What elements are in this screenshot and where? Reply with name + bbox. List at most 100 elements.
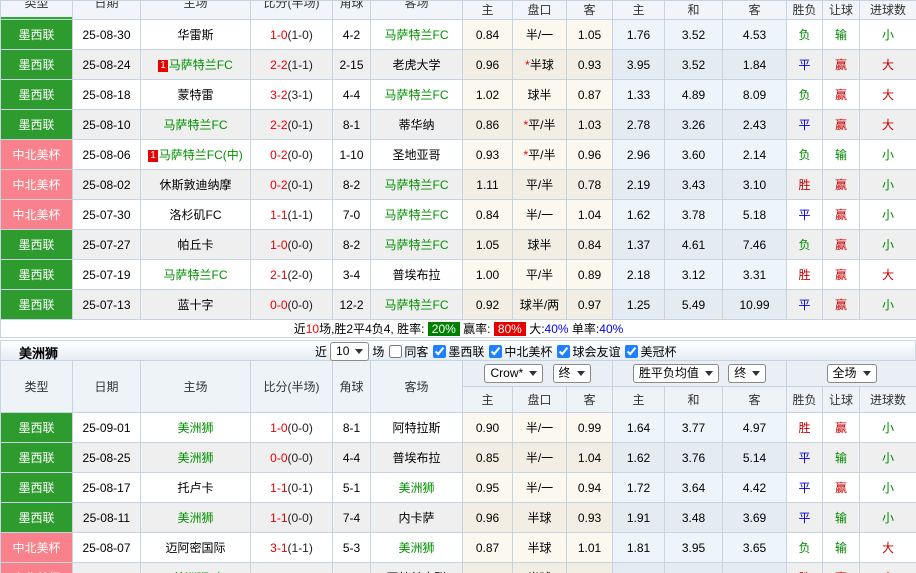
euro-home-odds: 2.78 (612, 109, 665, 140)
team-name[interactable]: 马萨特兰FC (164, 268, 228, 282)
checkbox-2-icon[interactable] (489, 344, 503, 358)
away-team-cell: 普埃布拉 (370, 259, 463, 290)
team-name[interactable]: 马萨特兰FC (385, 208, 449, 222)
half-score: (2-0) (287, 267, 313, 282)
team-name[interactable]: 美洲狮 (398, 481, 434, 495)
team-name[interactable]: 老虎大学 (392, 58, 440, 72)
team-name[interactable]: 美洲狮 (177, 511, 213, 525)
recent-games-select[interactable]: 10 (330, 341, 370, 361)
away-team-cell: 马萨特兰FC (370, 199, 463, 230)
team-name[interactable]: 内卡萨 (398, 511, 434, 525)
league-filter-1[interactable]: 墨西联 (428, 344, 484, 359)
team-name[interactable]: 蒙特雷 (177, 88, 213, 102)
asian-home-odds: 0.92 (462, 289, 513, 320)
team-name[interactable]: 托卢卡 (177, 481, 213, 495)
team-name[interactable]: 马萨特兰FC (385, 178, 449, 192)
team-name[interactable]: 普埃布拉 (392, 451, 440, 465)
league-filter-2[interactable]: 中北美杯 (484, 344, 552, 359)
asian-home-odds: 0.96 (462, 502, 513, 533)
league-filter-3[interactable]: 球会友谊 (552, 344, 620, 359)
corners-cell: 12-2 (332, 289, 371, 320)
table2-selects-row: 类型 日期 主场 比分(半场) 角球 客场 Crow* 终 胜平负均值 终 全场 (0, 360, 916, 413)
team-name[interactable]: 马萨特兰FC(中) (159, 148, 243, 162)
team-name[interactable]: 蓝十字 (177, 298, 213, 312)
scope-select[interactable]: 全场 (826, 364, 877, 383)
handicap-result-cell: 输 (822, 19, 860, 50)
score-cell: 0-2(0-0) (250, 139, 333, 170)
team-name[interactable]: 阿特拉斯 (392, 421, 440, 435)
match-date-cell: 25-08-18 (72, 79, 141, 110)
away-team-section-bar: 美洲狮 近 10 场 同客 墨西联 中北美杯 球会友谊 美冠杯 (0, 340, 916, 361)
team-name[interactable]: 帕丘卡 (177, 238, 213, 252)
col-header-euro-home: 主 (612, 386, 666, 413)
euro-home-odds: 2.19 (612, 169, 665, 200)
league-filter-checkboxes: 同客 墨西联 中北美杯 球会友谊 美冠杯 (384, 343, 676, 360)
asian-away-odds: 0.93 (566, 49, 613, 80)
col-header-type: 类型 (0, 360, 73, 413)
half-score: (0-0) (287, 147, 313, 162)
team-name[interactable]: 马萨特兰FC (385, 298, 449, 312)
match-row: 墨西联 25-08-24 1 马萨特兰FC 2-2(1-1) 2-15 老虎大学 0.96 *半… (0, 49, 916, 80)
recent-games-value: 10 (336, 343, 350, 358)
asian-away-odds: 1.01 (565, 532, 614, 563)
col-header-home: 主场 (140, 360, 251, 413)
asian-handicap-line: 半球 (512, 502, 567, 533)
team-name[interactable]: 马萨特兰FC (385, 88, 449, 102)
checkbox-3-icon[interactable] (557, 344, 571, 358)
checkbox-1-icon[interactable] (433, 344, 447, 358)
euro-away-odds: 4.53 (722, 19, 787, 50)
table1-header-row: 类型 日期 主场 比分(半场) 角球 客场 主 盘口 客 主 和 客 胜负 让球… (0, 0, 916, 20)
col-header-type[interactable]: 类型 (0, 0, 73, 20)
team-name[interactable]: 马萨特兰FC (164, 118, 228, 132)
changed-line-star: * (525, 58, 530, 72)
match-date-cell: 25-08-03 (72, 562, 141, 573)
half-score: (1-0) (287, 27, 313, 42)
home-team-cell: 华雷斯 (140, 19, 251, 50)
asian-home-odds: 1.11 (462, 169, 513, 200)
team-name[interactable]: 迈阿密国际 (165, 541, 225, 555)
match-row: 墨西联 25-07-27 帕丘卡 1-0(0-0) 8-2 马萨特兰FC 1.05 球半 0.8… (0, 229, 916, 260)
team-name[interactable]: 圣地亚哥 (392, 148, 440, 162)
team-name[interactable]: 洛杉矶FC (170, 208, 222, 222)
checkbox-0-icon[interactable] (389, 344, 403, 358)
league-type-cell: 墨西联 (0, 259, 73, 290)
col-header-euro-draw: 和 (664, 386, 724, 413)
result-cell: 平 (786, 109, 823, 140)
euro-time-select[interactable]: 终 (728, 364, 767, 383)
result-cell: 平 (786, 289, 823, 320)
team-name[interactable]: 休斯敦迪纳摩 (159, 178, 231, 192)
asian-company-select[interactable]: Crow* (484, 364, 544, 383)
asian-away-odds: 0.93 (565, 562, 614, 573)
chevron-down-icon (752, 371, 761, 376)
team-name[interactable]: 美洲狮 (398, 541, 434, 555)
team-name[interactable]: 蒂华纳 (398, 118, 434, 132)
euro-odds-select-group: 胜平负均值 终 (612, 360, 788, 387)
team-name[interactable]: 美洲狮 (177, 451, 213, 465)
col-header-asian-away: 客 (566, 0, 613, 20)
league-filter-0[interactable]: 同客 (384, 344, 428, 359)
asian-time-select[interactable]: 终 (552, 364, 591, 383)
home-team-cell: 美洲狮 (140, 412, 251, 443)
asian-handicap-line: 平/半 (512, 169, 567, 200)
corners-cell: 2-15 (332, 49, 371, 80)
euro-company-select[interactable]: 胜平负均值 (632, 364, 719, 383)
team-name[interactable]: 华雷斯 (177, 28, 213, 42)
euro-home-odds: 1.33 (612, 79, 665, 110)
rank-badge: 1 (148, 150, 158, 162)
league-filter-4[interactable]: 美冠杯 (620, 344, 676, 359)
summary-text: 近10场,胜2平4负4, 胜率: 20% 赢率: 80% 大:40% 单率:40… (0, 319, 916, 338)
team-name[interactable]: 马萨特兰FC (385, 238, 449, 252)
asian-handicap-line: 球半 (512, 229, 567, 260)
euro-home-odds: 1.91 (612, 502, 666, 533)
euro-draw-odds: 4.89 (664, 79, 723, 110)
team-name[interactable]: 马萨特兰FC (169, 58, 233, 72)
col-header-euro-away: 客 (722, 386, 788, 413)
team-name[interactable]: 普埃布拉 (392, 268, 440, 282)
team-name[interactable]: 美洲狮 (177, 421, 213, 435)
away-team-cell: 圣地亚哥 (370, 139, 463, 170)
asian-home-odds: 0.96 (462, 49, 513, 80)
match-date-cell: 25-08-10 (72, 109, 141, 140)
league-type-cell: 墨西联 (0, 472, 73, 503)
checkbox-4-icon[interactable] (625, 344, 639, 358)
team-name[interactable]: 马萨特兰FC (385, 28, 449, 42)
